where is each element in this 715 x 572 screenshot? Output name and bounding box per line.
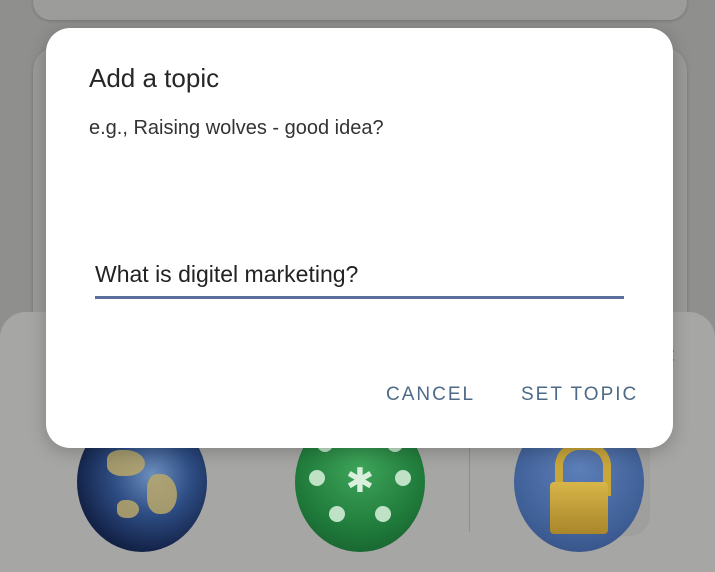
topic-input[interactable]	[95, 256, 624, 292]
dialog-message: e.g., Raising wolves - good idea?	[89, 117, 384, 139]
dialog-title: Add a topic	[89, 63, 220, 93]
background-card-top	[33, 0, 687, 20]
set-topic-button[interactable]: SET TOPIC	[521, 384, 638, 406]
add-topic-dialog: Add a topic e.g., Raising wolves - good …	[46, 28, 673, 448]
asterisk-icon: ✱	[345, 461, 375, 501]
cancel-button[interactable]: CANCEL	[386, 384, 475, 406]
topic-field	[95, 252, 624, 299]
